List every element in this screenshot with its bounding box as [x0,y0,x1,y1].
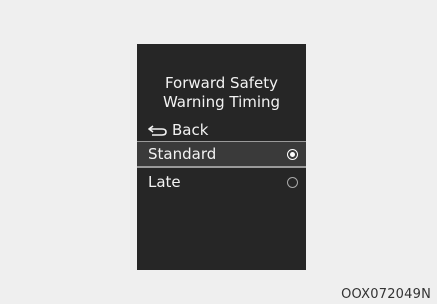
menu-title-line-1: Forward Safety [164,74,279,92]
option-standard-label: Standard [148,145,217,163]
back-button[interactable]: Back [148,120,208,140]
back-label: Back [172,121,209,139]
menu-title: Forward Safety Warning Timing [137,74,306,112]
option-standard[interactable]: Standard [137,142,306,168]
cluster-display: Forward Safety Warning Timing Back Stand… [137,44,306,270]
back-arrow-icon [148,125,167,136]
menu-title-line-2: Warning Timing [162,93,281,111]
option-late-label: Late [148,173,181,191]
radio-selected-icon [287,148,298,160]
radio-unselected-icon [287,176,298,188]
option-late[interactable]: Late [137,170,306,194]
figure-code: OOX072049N [341,287,431,302]
